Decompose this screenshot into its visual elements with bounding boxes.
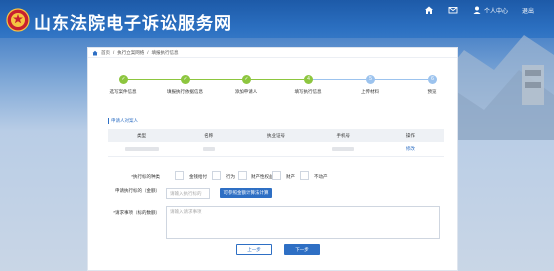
applicant-table: 类型 名称 执业证号 手机号 操作 修改 (108, 129, 444, 157)
amount-label: 申请执行标的（金额） (115, 188, 160, 193)
breadcrumb-item-network[interactable]: 执行立案网络 (117, 50, 144, 56)
top-nav: 个人中心 退出 (424, 4, 534, 16)
step-connector (187, 79, 243, 80)
breadcrumb-separator: / (113, 50, 115, 55)
table-header-cell: 执业证号 (267, 132, 285, 138)
mail-icon[interactable] (448, 5, 458, 15)
step-3-done-icon: ✓ (242, 75, 251, 84)
table-header-cell: 手机号 (336, 132, 350, 138)
step-5-todo-icon: 5 (366, 75, 375, 84)
home-icon[interactable] (424, 5, 434, 15)
table-cell-phone (310, 146, 377, 152)
step-5-label: 上传材料 (361, 89, 379, 94)
checkbox-action-label: 行为 (226, 174, 235, 179)
step-1-label: 选写案件信息 (109, 89, 137, 94)
step-connector (248, 79, 304, 80)
table-header: 类型 名称 执业证号 手机号 操作 (108, 129, 444, 142)
checkbox-money-label: 金钱给付 (189, 174, 207, 179)
breadcrumb-item-home[interactable]: 首页 (101, 50, 110, 56)
amount-input[interactable]: 请输入执行标的 (166, 188, 210, 199)
next-button[interactable]: 下一步 (284, 244, 320, 255)
step-connector (124, 79, 182, 80)
table-row: 修改 (108, 142, 444, 157)
edit-link[interactable]: 修改 (406, 146, 415, 151)
checkbox-money[interactable] (175, 171, 184, 180)
execution-type-label: *执行标的种类 (131, 174, 160, 179)
breadcrumb-separator: / (147, 50, 149, 55)
checkbox-property-rights[interactable] (238, 171, 247, 180)
table-header-cell: 操作 (405, 132, 415, 138)
table-cell-name (175, 146, 242, 152)
step-1-done-icon: ✓ (119, 75, 128, 84)
step-connector (371, 79, 428, 80)
progress-steps: ✓ ✓ ✓ 4 5 6 选写案件信息 填报执行依据信息 添加申请人 填写执行信息… (88, 72, 459, 102)
checkbox-property[interactable] (272, 171, 281, 180)
request-label: *请求事项（标的数额） (113, 210, 160, 215)
checkbox-real-estate-label: 不动产 (314, 174, 328, 179)
user-icon (473, 6, 481, 14)
table-header-cell: 名称 (204, 132, 214, 138)
prev-button[interactable]: 上一步 (236, 244, 272, 255)
step-2-done-icon: ✓ (181, 75, 190, 84)
step-3-label: 添加申请人 (234, 89, 258, 94)
request-textarea[interactable]: 请输入请求事项 (166, 206, 440, 239)
step-4-current-icon: 4 (304, 75, 313, 84)
user-center-label: 个人中心 (483, 8, 508, 15)
court-emblem-icon (6, 8, 30, 32)
table-header-cell: 类型 (137, 132, 147, 138)
step-connector (309, 79, 366, 80)
user-center-link[interactable]: 个人中心 (472, 5, 508, 15)
section-title: 申请人对案人 (108, 118, 138, 124)
checkbox-property-label: 财产 (286, 174, 295, 179)
site-title: 山东法院电子诉讼服务网 (34, 14, 232, 34)
table-cell-action: 修改 (377, 146, 444, 152)
calculate-button[interactable]: 可参照金额计算法计算 (220, 188, 272, 198)
step-2-label: 填报执行依据信息 (167, 89, 203, 94)
step-4-label: 填写执行信息 (294, 89, 322, 94)
logout-link[interactable]: 退出 (522, 6, 534, 15)
step-6-todo-icon: 6 (428, 75, 437, 84)
breadcrumb-item-current: 填报执行信息 (151, 49, 179, 55)
step-6-label: 预览 (427, 89, 437, 94)
main-panel: 首页 / 执行立案网络 / 填报执行信息 ✓ ✓ ✓ 4 5 6 选写案件信息 … (87, 47, 458, 271)
table-cell-type (108, 146, 175, 152)
breadcrumb: 首页 / 执行立案网络 / 填报执行信息 (88, 48, 457, 58)
checkbox-property-rights-label: 财产性权益 (251, 174, 274, 179)
checkbox-real-estate[interactable] (300, 171, 309, 180)
breadcrumb-home-icon[interactable] (92, 50, 98, 56)
checkbox-action[interactable] (212, 171, 221, 180)
